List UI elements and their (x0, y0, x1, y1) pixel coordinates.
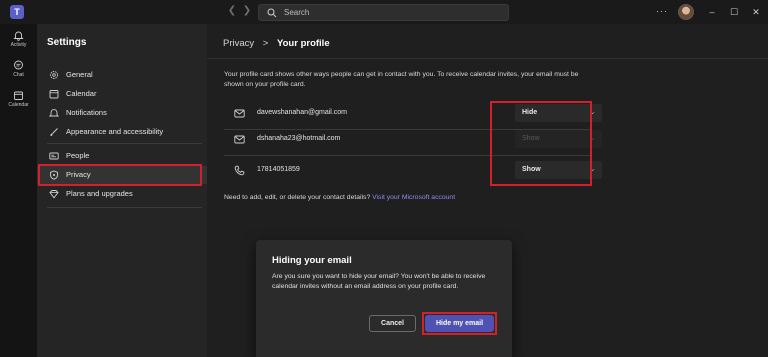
sidebar-title: Settings (47, 37, 87, 48)
breadcrumb: Privacy > Your profile (223, 38, 330, 49)
header-divider (207, 58, 768, 59)
phone-icon (234, 165, 245, 176)
dialog-body: Are you sure you want to hide your email… (272, 273, 486, 290)
privacy-highlight (38, 164, 202, 186)
sidebar-item-calendar[interactable]: Calendar (37, 85, 207, 103)
help-text: Need to add, edit, or delete your contac… (224, 194, 371, 201)
hide-email-dialog: Hiding your email Are you sure you want … (256, 240, 512, 357)
page-title: Your profile (277, 38, 330, 49)
rail-label-calendar: Calendar (8, 102, 29, 108)
gear-icon (50, 71, 58, 79)
app-rail: Activity Chat Calendar (0, 24, 37, 357)
brush-icon (50, 128, 58, 136)
bell-icon (49, 109, 59, 117)
search-placeholder: Search (284, 8, 310, 17)
contact-value: davewshanahan@gmail.com (257, 109, 347, 116)
settings-sidebar: Settings General Calendar Notifications … (37, 24, 207, 357)
microsoft-account-link[interactable]: Visit your Microsoft account (372, 194, 455, 201)
sidebar-item-notifications[interactable]: Notifications (37, 104, 207, 122)
sidebar-item-label: General (66, 70, 93, 79)
profile-description: Your profile card shows other ways peopl… (224, 71, 579, 88)
search-icon (267, 8, 277, 18)
bell-icon (13, 31, 24, 41)
contact-help-text: Need to add, edit, or delete your contac… (224, 194, 455, 201)
rail-item-activity[interactable]: Activity (0, 30, 37, 48)
breadcrumb-separator: > (262, 38, 269, 49)
breadcrumb-parent[interactable]: Privacy (223, 38, 254, 49)
sidebar-item-label: Appearance and accessibility (66, 127, 164, 136)
avatar[interactable] (678, 4, 694, 20)
contact-value: dshanaha23@hotmail.com (257, 135, 341, 142)
sidebar-item-general[interactable]: General (37, 66, 207, 84)
more-options-icon[interactable]: ··· (656, 6, 668, 16)
rail-label-chat: Chat (13, 72, 24, 78)
sidebar-item-plans[interactable]: Plans and upgrades (37, 185, 207, 203)
sidebar-divider (47, 143, 202, 144)
diamond-icon (49, 190, 59, 199)
main-panel: Privacy > Your profile Your profile card… (207, 24, 768, 357)
sidebar-item-label: Calendar (66, 89, 97, 98)
sidebar-item-label: Plans and upgrades (66, 189, 133, 198)
contact-value: 17814051859 (257, 166, 300, 173)
sidebar-item-people[interactable]: People (37, 147, 207, 165)
teams-logo-icon: T (10, 5, 24, 19)
chat-icon (14, 60, 23, 70)
forward-arrow-icon[interactable]: ❯ (240, 4, 254, 18)
cancel-button[interactable]: Cancel (369, 315, 416, 332)
rail-item-calendar[interactable]: Calendar (0, 90, 37, 108)
sidebar-item-label: People (66, 151, 90, 160)
calendar-icon (49, 90, 59, 99)
rail-item-chat[interactable]: Chat (0, 60, 37, 78)
close-button[interactable]: ✕ (749, 5, 763, 19)
mail-icon (234, 109, 245, 118)
back-arrow-icon[interactable]: ❮ (225, 4, 239, 18)
confirm-highlight (422, 312, 497, 335)
title-bar: T ❮ ❯ Search ··· – ☐ ✕ (0, 0, 768, 24)
visibility-highlight (490, 101, 592, 186)
id-card-icon (49, 152, 59, 160)
calendar-icon (14, 91, 23, 100)
maximize-button[interactable]: ☐ (727, 5, 741, 19)
search-input[interactable]: Search (258, 4, 509, 21)
sidebar-item-appearance[interactable]: Appearance and accessibility (37, 123, 207, 141)
sidebar-divider (47, 207, 202, 208)
minimize-button[interactable]: – (705, 5, 719, 19)
rail-label-activity: Activity (10, 42, 27, 48)
mail-icon (234, 135, 245, 144)
sidebar-item-label: Notifications (66, 108, 107, 117)
dialog-title: Hiding your email (272, 255, 352, 266)
